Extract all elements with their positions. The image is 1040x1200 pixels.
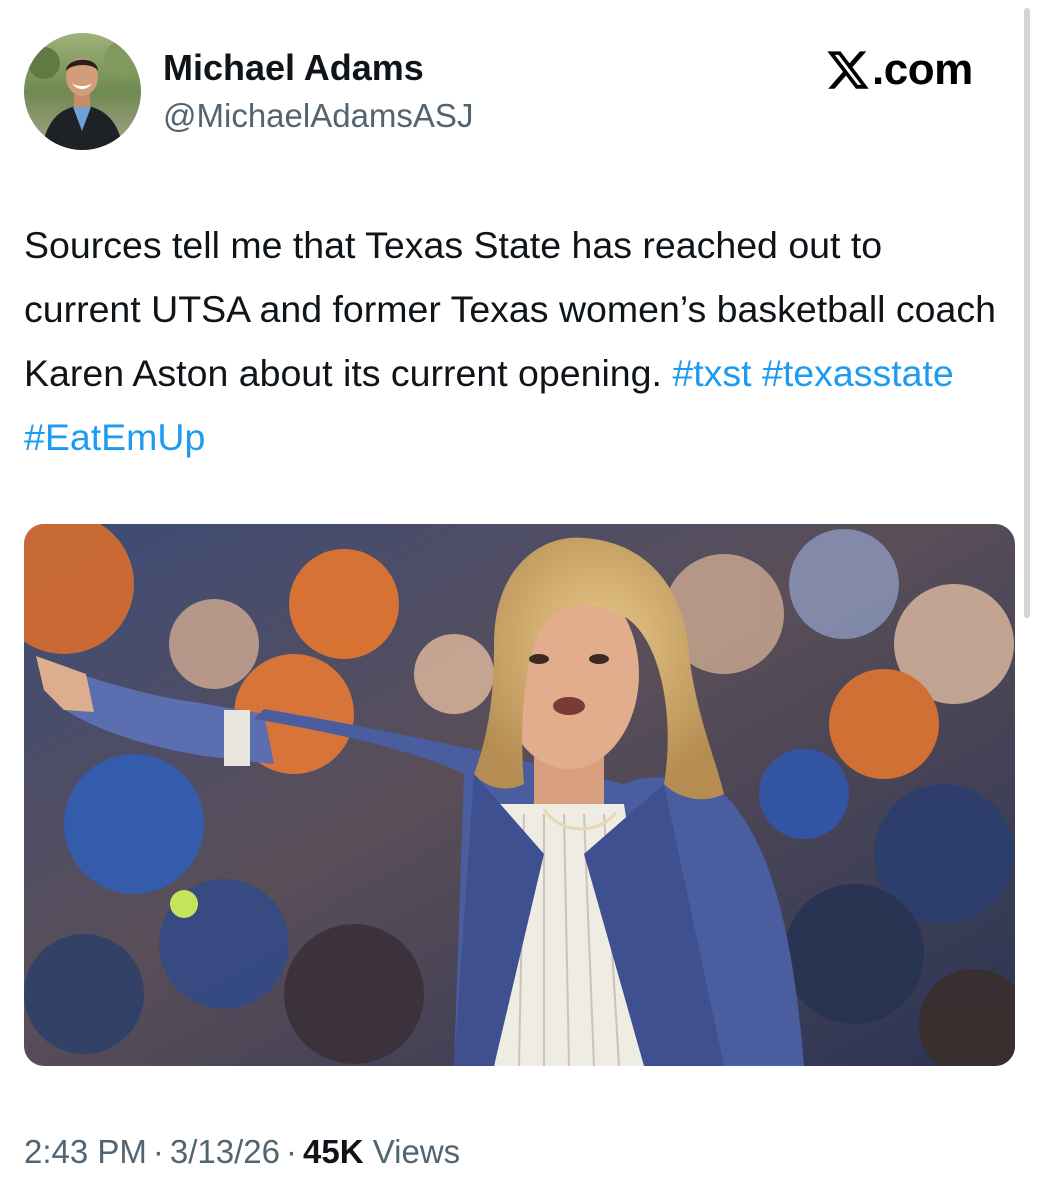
tweet-time[interactable]: 2:43 PM (24, 1133, 147, 1170)
author-handle[interactable]: @MichaelAdamsASJ (163, 94, 473, 138)
page-scrollbar[interactable] (1021, 0, 1033, 620)
tweet-media-photo[interactable] (24, 524, 1015, 1066)
tweet-meta: 2:43 PM · 3/13/26 · 45K Views (24, 1128, 460, 1176)
tweet-text: Sources tell me that Texas State has rea… (24, 213, 999, 469)
author-avatar[interactable] (24, 33, 141, 150)
hashtag-texasstate[interactable]: #texasstate (762, 352, 954, 394)
coach-photo (24, 524, 1015, 1066)
x-logo-icon (825, 47, 871, 93)
brand-domain: .com (872, 45, 973, 94)
hashtag-eatemup[interactable]: #EatEmUp (24, 416, 205, 458)
tweet-date[interactable]: 3/13/26 (170, 1133, 280, 1170)
author-display-name[interactable]: Michael Adams (163, 44, 424, 92)
views-label: Views (372, 1133, 461, 1170)
meta-separator-2: · (286, 1133, 298, 1170)
views-count: 45K (303, 1133, 364, 1170)
x-brand-link[interactable]: .com (825, 44, 990, 96)
meta-separator: · (152, 1133, 164, 1170)
avatar-photo (24, 33, 141, 150)
hashtag-txst[interactable]: #txst (672, 352, 751, 394)
scrollbar-thumb[interactable] (1024, 8, 1030, 618)
